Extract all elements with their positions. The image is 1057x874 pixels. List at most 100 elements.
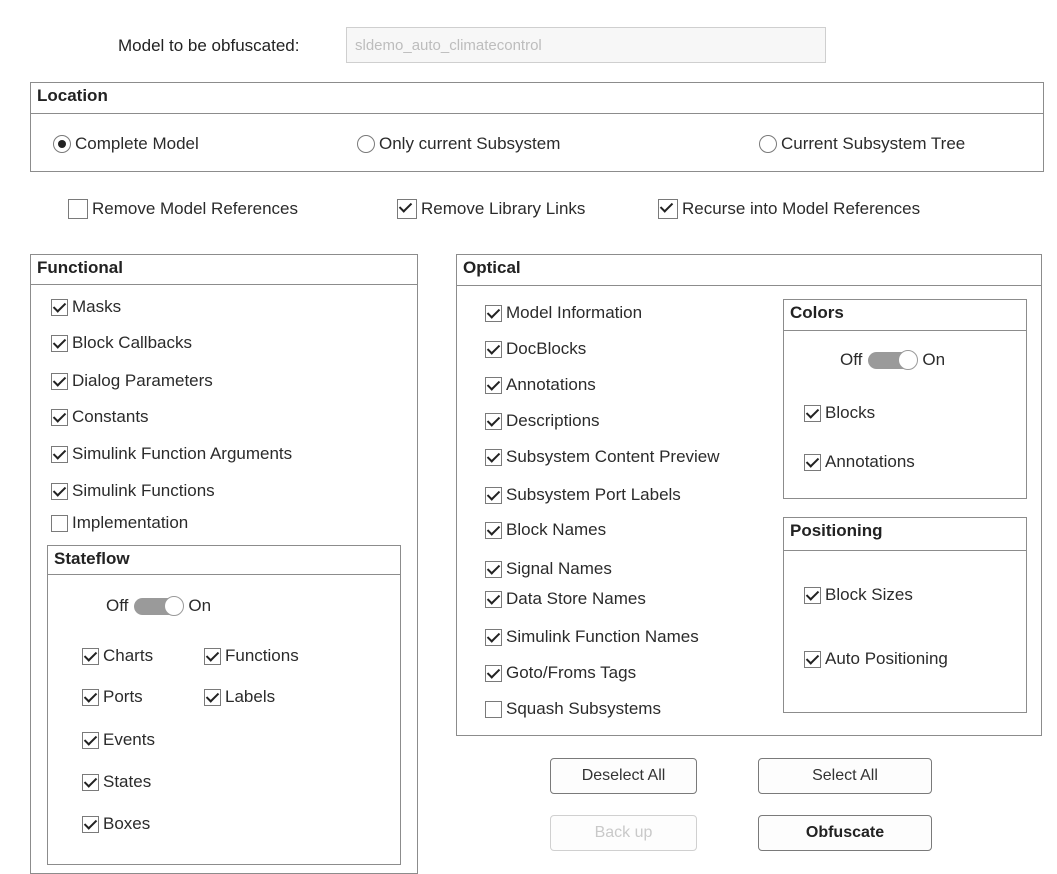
- colors-blocks-checkbox[interactable]: Blocks: [804, 403, 875, 423]
- checkbox-box: [485, 590, 502, 608]
- back-up-button[interactable]: Back up: [550, 815, 697, 851]
- optical-block-names-checkbox[interactable]: Block Names: [485, 520, 606, 540]
- radio-current-subsystem-tree[interactable]: Current Subsystem Tree: [759, 134, 965, 154]
- radio-only-current-subsystem[interactable]: Only current Subsystem: [357, 134, 560, 154]
- checkbox-box: [485, 340, 502, 358]
- optical-subsystem-content-preview-checkbox[interactable]: Subsystem Content Preview: [485, 447, 720, 467]
- radio-indicator: [357, 135, 375, 153]
- checkbox-label: Events: [103, 730, 155, 749]
- functional-implementation-checkbox[interactable]: Implementation: [51, 513, 188, 533]
- optical-docblocks-checkbox[interactable]: DocBlocks: [485, 339, 586, 359]
- positioning-panel: Positioning Block Sizes Auto Positioning: [783, 517, 1027, 713]
- functional-simulink-function-arguments-checkbox[interactable]: Simulink Function Arguments: [51, 444, 292, 464]
- checkbox-box: [485, 376, 502, 394]
- radio-indicator: [759, 135, 777, 153]
- checkbox-box: [82, 773, 99, 791]
- checkbox-box: [204, 647, 221, 665]
- stateflow-ports-checkbox[interactable]: Ports: [82, 687, 143, 707]
- checkbox-box: [51, 298, 68, 316]
- checkbox-label: Squash Subsystems: [506, 699, 661, 718]
- checkbox-label: States: [103, 772, 152, 791]
- functional-block-callbacks-checkbox[interactable]: Block Callbacks: [51, 333, 192, 353]
- optical-data-store-names-checkbox[interactable]: Data Store Names: [485, 589, 646, 609]
- colors-toggle[interactable]: Off On: [840, 349, 946, 370]
- functional-constants-checkbox[interactable]: Constants: [51, 407, 149, 427]
- stateflow-charts-checkbox[interactable]: Charts: [82, 646, 153, 666]
- checkbox-box: [51, 482, 68, 500]
- checkbox-box: [485, 412, 502, 430]
- checkbox-label: Simulink Function Arguments: [72, 444, 293, 463]
- checkbox-label: Model Information: [506, 303, 643, 322]
- stateflow-boxes-checkbox[interactable]: Boxes: [82, 814, 150, 834]
- functional-simulink-functions-checkbox[interactable]: Simulink Functions: [51, 481, 215, 501]
- optical-panel: Optical Model Information DocBlocks Anno…: [456, 254, 1042, 736]
- toggle-on-label: On: [922, 350, 946, 369]
- checkbox-label: Charts: [103, 646, 154, 665]
- checkbox-label: Remove Model References: [92, 199, 298, 218]
- checkbox-label: Annotations: [506, 375, 596, 394]
- remove-library-links-checkbox[interactable]: Remove Library Links: [397, 199, 585, 219]
- optical-model-information-checkbox[interactable]: Model Information: [485, 303, 642, 323]
- stateflow-toggle[interactable]: Off On: [106, 595, 211, 616]
- toggle-off-label: Off: [106, 596, 129, 615]
- toggle-switch: [868, 349, 919, 370]
- checkbox-label: Block Callbacks: [72, 333, 192, 352]
- stateflow-labels-checkbox[interactable]: Labels: [204, 687, 275, 707]
- checkbox-label: Functions: [225, 646, 299, 665]
- checkbox-box: [68, 199, 88, 219]
- checkbox-box: [804, 650, 821, 668]
- toggle-off-label: Off: [840, 350, 863, 369]
- obfuscate-button[interactable]: Obfuscate: [758, 815, 932, 851]
- checkbox-box: [397, 199, 417, 219]
- checkbox-label: Boxes: [103, 814, 151, 833]
- checkbox-box: [51, 408, 68, 426]
- checkbox-box: [82, 688, 99, 706]
- checkbox-box: [804, 453, 821, 471]
- checkbox-label: Recurse into Model References: [682, 199, 921, 218]
- checkbox-label: Labels: [225, 687, 276, 706]
- checkbox-label: DocBlocks: [506, 339, 587, 358]
- checkbox-box: [804, 586, 821, 604]
- recurse-into-model-references-checkbox[interactable]: Recurse into Model References: [658, 199, 920, 219]
- checkbox-box: [485, 560, 502, 578]
- checkbox-label: Block Names: [506, 520, 607, 539]
- remove-model-references-checkbox[interactable]: Remove Model References: [68, 199, 298, 219]
- checkbox-label: Block Sizes: [825, 585, 913, 604]
- stateflow-title: Stateflow: [54, 549, 130, 568]
- optical-simulink-function-names-checkbox[interactable]: Simulink Function Names: [485, 627, 699, 647]
- toggle-switch: [134, 595, 185, 616]
- checkbox-box: [485, 304, 502, 322]
- functional-masks-checkbox[interactable]: Masks: [51, 297, 121, 317]
- stateflow-events-checkbox[interactable]: Events: [82, 730, 155, 750]
- optical-signal-names-checkbox[interactable]: Signal Names: [485, 559, 612, 579]
- optical-squash-subsystems-checkbox[interactable]: Squash Subsystems: [485, 699, 661, 719]
- checkbox-label: Implementation: [72, 513, 189, 532]
- optical-subsystem-port-labels-checkbox[interactable]: Subsystem Port Labels: [485, 485, 681, 505]
- colors-title: Colors: [790, 303, 844, 322]
- stateflow-states-checkbox[interactable]: States: [82, 772, 151, 792]
- checkbox-box: [485, 628, 502, 646]
- checkbox-box: [485, 700, 502, 718]
- optical-goto-froms-tags-checkbox[interactable]: Goto/Froms Tags: [485, 663, 636, 683]
- checkbox-label: Simulink Function Names: [506, 627, 699, 646]
- checkbox-label: Descriptions: [506, 411, 600, 430]
- functional-dialog-parameters-checkbox[interactable]: Dialog Parameters: [51, 371, 213, 391]
- checkbox-label: Remove Library Links: [421, 199, 586, 218]
- functional-title: Functional: [37, 258, 123, 277]
- checkbox-label: Dialog Parameters: [72, 371, 213, 390]
- select-all-button[interactable]: Select All: [758, 758, 932, 794]
- checkbox-label: Masks: [72, 297, 122, 316]
- checkbox-box: [485, 664, 502, 682]
- location-title: Location: [37, 86, 108, 105]
- optical-annotations-checkbox[interactable]: Annotations: [485, 375, 596, 395]
- stateflow-functions-checkbox[interactable]: Functions: [204, 646, 299, 666]
- checkbox-box: [82, 731, 99, 749]
- optical-title: Optical: [463, 258, 521, 277]
- deselect-all-button[interactable]: Deselect All: [550, 758, 697, 794]
- checkbox-box: [51, 514, 68, 532]
- optical-descriptions-checkbox[interactable]: Descriptions: [485, 411, 600, 431]
- colors-annotations-checkbox[interactable]: Annotations: [804, 452, 915, 472]
- positioning-block-sizes-checkbox[interactable]: Block Sizes: [804, 585, 913, 605]
- radio-complete-model[interactable]: Complete Model: [53, 134, 199, 154]
- positioning-auto-positioning-checkbox[interactable]: Auto Positioning: [804, 649, 948, 669]
